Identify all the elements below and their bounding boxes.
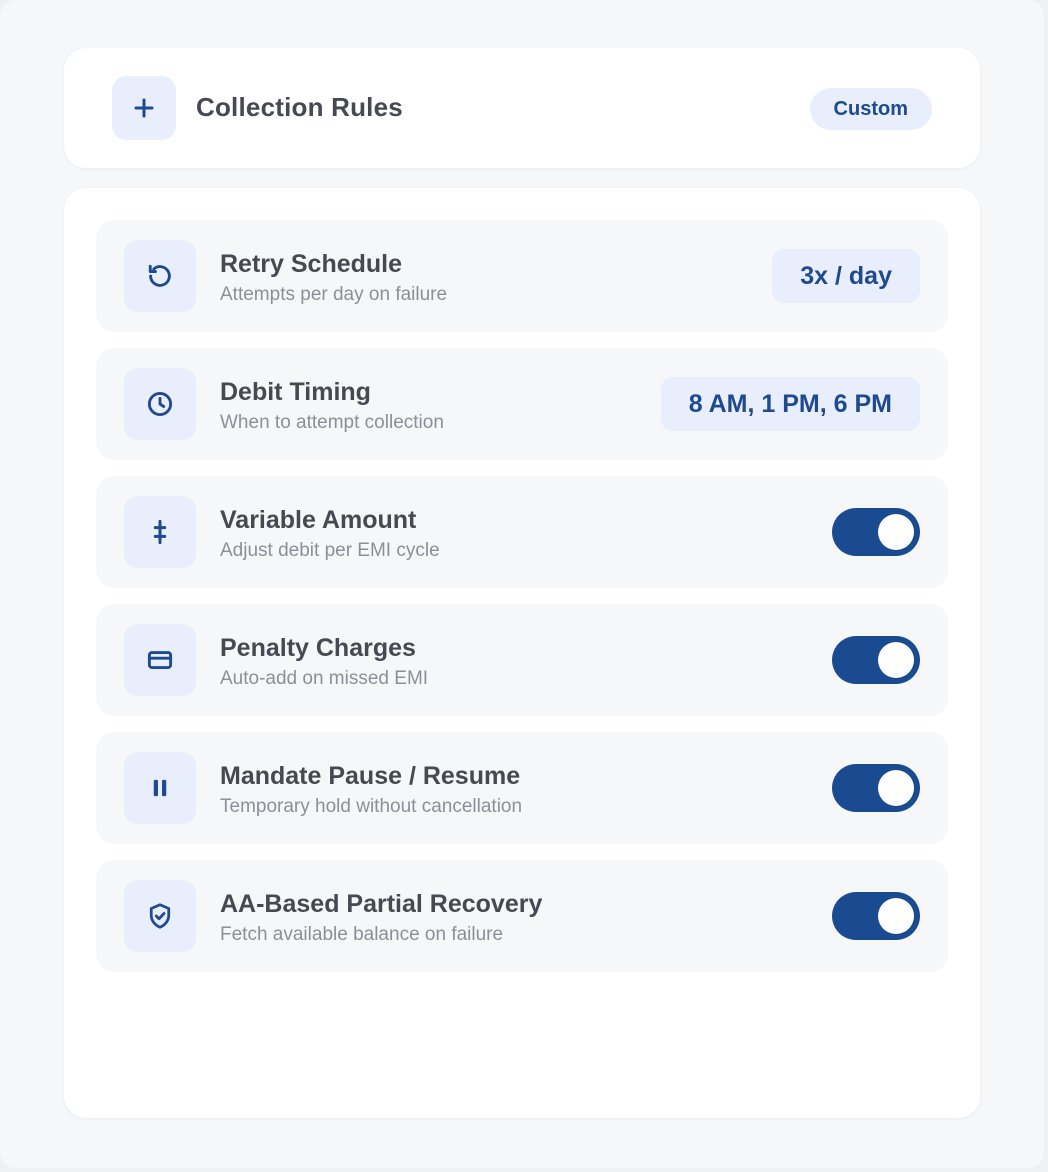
- rules-list: Retry Schedule Attempts per day on failu…: [64, 188, 980, 1118]
- rule-icon-box: [124, 368, 196, 440]
- rule-icon-box: [124, 496, 196, 568]
- toggle-knob: [878, 514, 914, 550]
- rule-debit-timing: Debit Timing When to attempt collection …: [96, 348, 948, 460]
- retry-schedule-value[interactable]: 3x / day: [772, 249, 920, 303]
- rule-subtitle: Attempts per day on failure: [220, 284, 448, 305]
- rule-mandate-pause-resume: Mandate Pause / Resume Temporary hold wi…: [96, 732, 948, 844]
- rule-variable-amount: Variable Amount Adjust debit per EMI cyc…: [96, 476, 948, 588]
- custom-badge[interactable]: Custom: [809, 88, 932, 130]
- rule-icon-box: [124, 880, 196, 952]
- mandate-pause-toggle[interactable]: [832, 764, 920, 812]
- rule-title: Variable Amount: [220, 506, 417, 534]
- rule-icon-box: [124, 752, 196, 824]
- rule-subtitle: Temporary hold without cancellation: [220, 796, 523, 817]
- rule-aa-partial-recovery: AA-Based Partial Recovery Fetch availabl…: [96, 860, 948, 972]
- clock-icon: [147, 391, 173, 417]
- rule-subtitle: Adjust debit per EMI cycle: [220, 540, 440, 561]
- toggle-knob: [878, 898, 914, 934]
- rule-subtitle: Auto-add on missed EMI: [220, 668, 429, 689]
- rule-title: Debit Timing: [220, 378, 371, 406]
- shield-check-icon: [149, 903, 171, 929]
- collection-rules-header: Collection Rules Custom: [64, 48, 980, 168]
- refresh-icon: [148, 264, 171, 287]
- toggle-knob: [878, 770, 914, 806]
- variable-amount-toggle[interactable]: [832, 508, 920, 556]
- rule-icon-box: [124, 240, 196, 312]
- rule-title: Mandate Pause / Resume: [220, 762, 521, 790]
- page-title: Collection Rules: [196, 92, 403, 122]
- rule-subtitle: Fetch available balance on failure: [220, 924, 504, 945]
- aa-partial-recovery-toggle[interactable]: [832, 892, 920, 940]
- double-dagger-icon: [153, 519, 167, 545]
- toggle-knob: [878, 642, 914, 678]
- rule-title: AA-Based Partial Recovery: [220, 890, 543, 918]
- rule-title: Penalty Charges: [220, 634, 416, 662]
- rule-icon-box: [124, 624, 196, 696]
- page-background: Collection Rules Custom Retry Schedule A…: [0, 0, 1044, 1168]
- rule-penalty-charges: Penalty Charges Auto-add on missed EMI: [96, 604, 948, 716]
- rule-retry-schedule: Retry Schedule Attempts per day on failu…: [96, 220, 948, 332]
- debit-timing-value[interactable]: 8 AM, 1 PM, 6 PM: [660, 377, 920, 431]
- pause-icon: [153, 779, 167, 797]
- rule-title: Retry Schedule: [220, 250, 403, 278]
- penalty-charges-toggle[interactable]: [832, 636, 920, 684]
- add-rule-button[interactable]: [112, 76, 176, 140]
- rule-subtitle: When to attempt collection: [220, 412, 444, 433]
- plus-icon: [134, 98, 154, 118]
- credit-card-icon: [147, 651, 173, 669]
